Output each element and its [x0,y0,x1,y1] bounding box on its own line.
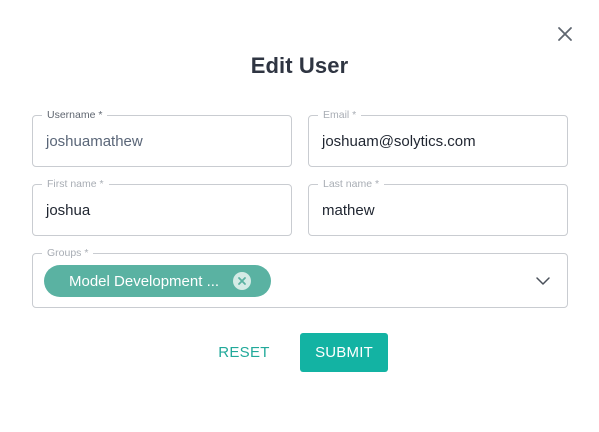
email-field[interactable]: Email * joshuam@solytics.com [308,108,568,167]
chevron-down-icon[interactable] [535,273,551,289]
group-chip[interactable]: Model Development ... [44,265,271,297]
submit-button[interactable]: SUBMIT [300,333,388,372]
email-value[interactable]: joshuam@solytics.com [322,116,476,166]
username-value[interactable]: joshuamathew [46,116,143,166]
close-icon[interactable] [553,22,577,46]
dialog-title: Edit User [250,53,349,78]
close-button[interactable] [553,22,577,46]
username-field[interactable]: Username * joshuamathew [32,108,292,167]
first-name-field[interactable]: First name * joshua [32,177,292,236]
group-chip-label: Model Development ... [69,272,220,290]
last-name-field[interactable]: Last name * mathew [308,177,568,236]
groups-select[interactable]: Groups * Model Development ... [32,246,568,308]
remove-chip-icon[interactable] [233,272,251,290]
reset-button[interactable]: RESET [207,333,281,372]
first-name-value[interactable]: joshua [46,185,90,235]
groups-label: Groups * [42,246,94,260]
edit-user-dialog: Edit User Username * joshuamathew Email … [0,0,599,432]
last-name-value[interactable]: mathew [322,185,375,235]
